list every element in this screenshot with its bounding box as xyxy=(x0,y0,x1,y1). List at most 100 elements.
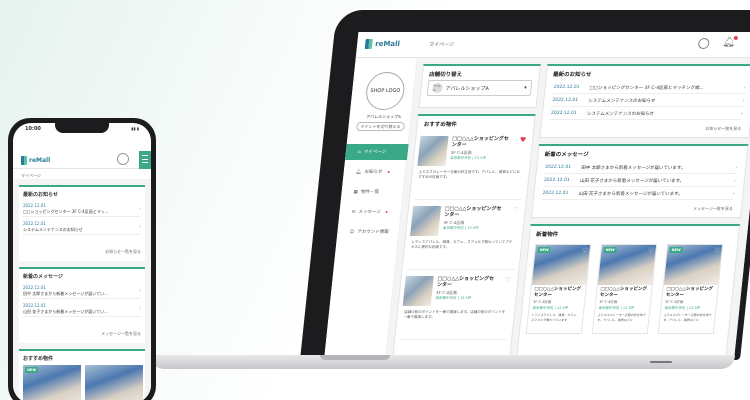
card-name: □□○△△ショッピングセンター xyxy=(665,287,714,298)
heart-icon[interactable]: ♡ xyxy=(512,206,519,214)
switch-tenant-button[interactable]: テナントを切り替える xyxy=(356,122,406,131)
bell-icon: 🔔︎ xyxy=(355,169,362,175)
laptop-base xyxy=(150,355,735,369)
messages-panel: 新着のメッセージ 2022.12.01 田中 太郎さまから新着メッセージが届いてい… xyxy=(530,144,749,218)
message-row[interactable]: 2022.12.01 田中 太郎さまから新着メッセージが届いてい... › xyxy=(23,283,141,299)
sidebar-item-messages[interactable]: ✉ メッセージ xyxy=(339,204,403,220)
news-more-link[interactable]: お知らせ一覧を見る xyxy=(705,126,741,132)
logo-mark-icon xyxy=(364,39,373,49)
logo-mark-icon xyxy=(21,156,27,165)
heart-icon[interactable]: ♡ xyxy=(648,247,654,254)
news-row[interactable]: 2022.12.01 □□ショッピングセンター 3F C-4区画とマッチング成..… xyxy=(552,82,747,94)
store-switch-panel: 店舗切り替え アパレル アパレルショップA ▾ xyxy=(418,64,542,108)
news-date: 2022.12.01 xyxy=(23,203,46,208)
property-image[interactable] xyxy=(85,365,143,400)
sidebar-item-news[interactable]: 🔔︎ お知らせ xyxy=(343,164,407,180)
recommended-panel: おすすめ物件 NEW xyxy=(19,349,145,400)
sidebar-item-label: 物件一覧 xyxy=(360,190,380,195)
store-select-value: アパレルショップA xyxy=(445,85,490,92)
property-card[interactable]: NEW ♡ □□○△△ショッピングセンター 3F C-4区画 東京都中央区 | … xyxy=(657,244,724,334)
property-card[interactable]: NEW ♡ □□○△△ショッピングセンター 3F C-4区画 東京都中央区 | … xyxy=(525,244,592,334)
mail-icon: ✉ xyxy=(351,209,356,215)
messages-more-link[interactable]: メッセージ一覧を見る xyxy=(101,331,141,337)
news-row[interactable]: 2022.12.01 □□ショッピングセンター 3F C-4区画とマッ... › xyxy=(23,201,141,217)
heart-icon[interactable]: ♥ xyxy=(519,136,526,144)
message-row[interactable]: 2022.12.01 山田 花子さまから新着メッセージが届いています。 › xyxy=(541,188,736,200)
card-description: 上りエスカレーター正面の好立地です。アパレル、雑貨などに xyxy=(597,313,646,322)
property-card[interactable]: NEW ♡ □□○△△ショッピングセンター 3F C-4区画 東京都中央区 | … xyxy=(591,244,658,334)
user-icon[interactable] xyxy=(697,38,710,49)
store-thumb: アパレル xyxy=(432,83,444,93)
message-date: 2022.12.01 xyxy=(23,285,46,290)
user-icon: ☺ xyxy=(349,229,355,235)
card-location: 東京都中央区 | 12.5坪 xyxy=(532,306,569,310)
message-text: 田中 太郎さまから新着メッセージが届いています。 xyxy=(580,165,686,171)
message-row[interactable]: 2022.12.01 山田 花子さまから新着メッセージが届いてい... › xyxy=(23,301,141,317)
sidebar-item-mypage[interactable]: ⌂ マイページ xyxy=(345,144,409,160)
new-properties-panel: 新着物件 NEW ♡ □□○△△ショッピングセンター 3F C-4区画 東京都中… xyxy=(515,224,741,360)
card-location: 東京都中央区 | 12.5坪 xyxy=(598,306,635,310)
breadcrumb[interactable]: マイページ xyxy=(429,41,455,48)
laptop-port xyxy=(650,361,672,363)
property-name: □□○△△ショッピングセンター xyxy=(436,276,495,288)
status-time: 10:00 xyxy=(25,126,41,132)
property-description: 店舗の前のポイントを一番で直接します。店舗の前のポイントを一番で直接します。 xyxy=(403,310,506,319)
app-logo[interactable]: reMall xyxy=(364,39,401,49)
property-image xyxy=(417,136,449,166)
card-name: □□○△△ショッピングセンター xyxy=(533,287,582,298)
message-text: 山田 花子さまから新着メッセージが届いてい... xyxy=(23,309,108,314)
laptop-device: reMall マイページ 🔔︎ SHOP LOGO アパレルショップA テナント… xyxy=(300,10,750,360)
store-select[interactable]: アパレル アパレルショップA ▾ xyxy=(426,80,533,96)
property-name: □□○△△ショッピングセンター xyxy=(443,206,502,218)
news-more-link[interactable]: お知らせ一覧を見る xyxy=(105,249,141,255)
property-item[interactable]: □□○△△ショッピングセンター 3F C-4区画 東京都中央区 | 12.5坪 … xyxy=(406,202,522,270)
recommended-title: おすすめ物件 xyxy=(423,122,458,128)
heart-icon[interactable]: ♡ xyxy=(714,247,720,254)
shop-name: アパレルショップA xyxy=(366,114,402,119)
news-row[interactable]: 2022.12.01 システムメンテナンスのお知らせ › xyxy=(551,95,745,107)
messages-panel: 新着のメッセージ 2022.12.01 田中 太郎さまから新着メッセージが届いてい… xyxy=(19,267,145,343)
property-item[interactable]: □□○△△ショッピングセンター 3F C-4区画 東京都中央区 | 12.5坪 … xyxy=(413,132,529,200)
sidebar-item-properties[interactable]: ▦ 物件一覧 xyxy=(341,184,405,200)
messages-title: 新着のメッセージ xyxy=(23,274,63,280)
sidebar-item-label: メッセージ xyxy=(358,210,381,215)
messages-more-link[interactable]: メッセージ一覧を見る xyxy=(693,206,733,212)
sidebar-item-account[interactable]: ☺ アカウント情報 xyxy=(337,224,401,240)
top-bar: reMall マイページ 🔔︎ xyxy=(355,32,750,58)
news-text: システムメンテナンスのお知らせ xyxy=(23,227,83,232)
news-date: 2022.12.01 xyxy=(552,98,579,103)
news-text: システムメンテナンスのお知らせ xyxy=(586,111,655,117)
new-badge: NEW xyxy=(603,247,618,253)
new-properties-title: 新着物件 xyxy=(535,232,559,238)
card-name: □□○△△ショッピングセンター xyxy=(599,287,648,298)
heart-icon[interactable]: ♡ xyxy=(582,247,588,254)
phone-notch xyxy=(55,123,109,133)
chevron-down-icon: ▾ xyxy=(523,85,527,91)
message-date: 2022.12.01 xyxy=(23,303,46,308)
chevron-right-icon: › xyxy=(139,288,141,294)
news-text: □□ショッピングセンター 3F C-4区画とマッチング成... xyxy=(589,85,705,91)
sidebar-item-label: アカウント情報 xyxy=(356,230,389,235)
news-title: 最新のお知らせ xyxy=(23,192,58,198)
badge-dot xyxy=(387,171,390,173)
heart-icon[interactable]: ♡ xyxy=(505,276,512,284)
phone-device: 10:00 ▮▮ ▮ reMall マイページ 最新のお知らせ 2022.12.… xyxy=(8,118,156,400)
avatar[interactable] xyxy=(117,153,129,165)
message-text: 田中 太郎さまから新着メッセージが届いてい... xyxy=(23,291,108,296)
app-logo[interactable]: reMall xyxy=(21,156,50,165)
property-description: レディスアパレル、雑貨、カフェ、スフォルで賑わっていてアクセスに便利な区画です。 xyxy=(410,240,513,249)
message-row[interactable]: 2022.12.01 田中 太郎さまから新着メッセージが届いています。 › xyxy=(544,162,738,174)
building-icon: ▦ xyxy=(353,189,359,195)
news-panel: 最新のお知らせ 2022.12.01 □□ショッピングセンター 3F C-4区画と… xyxy=(19,185,145,261)
chevron-right-icon: › xyxy=(734,164,738,171)
news-row[interactable]: 2022.12.01 システムメンテナンスのお知らせ › xyxy=(550,108,744,120)
news-text: システムメンテナンスのお知らせ xyxy=(587,98,656,104)
new-badge: NEW xyxy=(25,367,39,373)
property-item[interactable]: □□○△△ショッピングセンター 3F C-4区画 東京都中央区 | 12.5坪 … xyxy=(399,272,515,340)
message-row[interactable]: 2022.12.01 山田 花子さまから新着メッセージが届いています。 › xyxy=(543,175,737,187)
recommended-title: おすすめ物件 xyxy=(23,356,54,362)
chevron-right-icon: › xyxy=(743,84,746,91)
card-location: 東京都中央区 | 12.5坪 xyxy=(664,306,701,310)
news-row[interactable]: 2022.12.01 システムメンテナンスのお知らせ › xyxy=(23,219,141,235)
home-icon: ⌂ xyxy=(357,149,361,155)
